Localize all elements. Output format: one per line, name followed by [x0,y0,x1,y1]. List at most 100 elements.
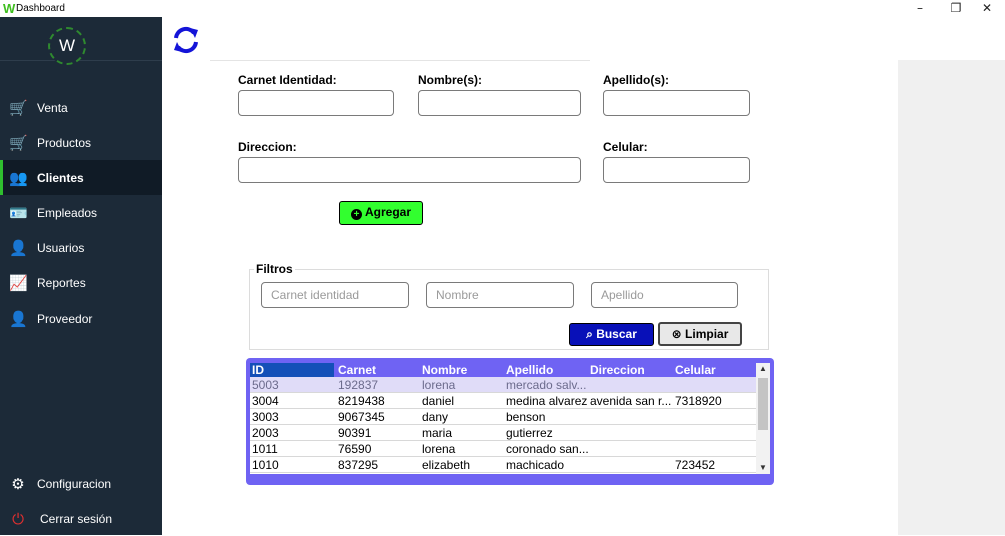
logout-icon: ⏻ [12,510,24,528]
filter-carnet-input[interactable]: Carnet identidad [261,282,409,308]
table-cell: 2003 [252,426,279,440]
column-header-nombre[interactable]: Nombre [420,363,504,377]
column-header-direccion[interactable]: Direccion [588,363,672,377]
scroll-down-icon[interactable]: ▼ [756,462,770,474]
sidebar-item-label: Clientes [37,171,84,185]
direccion-input[interactable] [238,157,581,183]
table-row[interactable]: 3003 9067345 dany benson [250,409,756,425]
table-row[interactable]: 3004 8219438 daniel medina alvarez aveni… [250,393,756,409]
sidebar-item-label: Cerrar sesión [40,512,113,526]
table-cell: gutierrez [506,426,553,440]
sidebar-item-productos[interactable]: 🛒 Productos [0,125,162,160]
table-cell: 3003 [252,410,279,424]
table-cell: 723452 [675,458,716,472]
carnet-input[interactable] [238,90,394,116]
table-row[interactable]: 5003 192837 lorena mercado salv... [250,377,756,393]
table-cell: 3004 [252,394,279,408]
table-cell: 8219438 [338,394,385,408]
sidebar-item-proveedor[interactable]: 👤 Proveedor [0,301,162,336]
minimize-button[interactable]: – [905,0,935,17]
sidebar: W 🛒 Venta 🛒 Productos 👥 Clientes 🪪 Emple… [0,17,162,535]
table-cell: lorena [422,378,456,392]
celular-input[interactable] [603,157,750,183]
column-header-id[interactable]: ID [250,363,334,377]
direccion-label: Direccion: [238,140,297,154]
sidebar-item-label: Usuarios [37,241,85,255]
agregar-button[interactable]: + Agregar [339,201,423,225]
table-scrollbar[interactable]: ▲ ▼ [756,363,770,474]
table-cell: machicado [506,458,565,472]
title-bar: W Dashboard – ❐ ✕ [0,0,1005,17]
clear-circle-icon: ⊗ [671,327,682,341]
apellido-label: Apellido(s): [603,73,669,87]
celular-label: Celular: [603,140,648,154]
table-row[interactable]: 2003 90391 maria gutierrez [250,425,756,441]
table-body: 5003 192837 lorena mercado salv... 3004 … [250,377,756,474]
table-cell: daniel [422,394,455,408]
nombre-label: Nombre(s): [418,73,483,87]
sidebar-item-usuarios[interactable]: 👤 Usuarios [0,230,162,265]
cart-icon: 🛒 [9,134,28,152]
table-cell: coronado san... [506,442,588,456]
limpiar-button[interactable]: ⊗ Limpiar [658,322,742,346]
sidebar-item-label: Venta [37,101,68,115]
table-cell: dany [422,410,449,424]
table-cell: elizabeth [422,458,471,472]
table-cell: 76590 [338,442,372,456]
agregar-label: Agregar [364,205,411,219]
refresh-icon[interactable] [170,24,202,56]
plus-circle-icon: + [350,209,362,220]
app-logo: W [3,1,16,16]
filter-apellido-input[interactable]: Apellido [591,282,738,308]
header-divider [210,60,590,61]
restore-button[interactable]: ❐ [941,0,971,17]
brand-logo: W [48,27,86,65]
filters-title: Filtros [254,262,295,276]
scrollbar-thumb[interactable] [758,378,768,430]
filter-nombre-input[interactable]: Nombre [426,282,574,308]
table-cell: 1011 [252,442,278,456]
search-icon: ⌕ [586,327,593,341]
buscar-button[interactable]: ⌕ Buscar [569,323,654,346]
table-cell: 5003 [252,378,279,392]
sidebar-item-label: Proveedor [37,312,93,326]
limpiar-label: Limpiar [685,327,729,341]
scroll-up-icon[interactable]: ▲ [756,363,770,375]
window-title: Dashboard [16,3,65,14]
table-cell: mercado salv... [506,378,587,392]
table-cell: medina alvarez [506,394,588,408]
table-cell: maria [422,426,453,440]
table-cell: 192837 [338,378,379,392]
sidebar-item-venta[interactable]: 🛒 Venta [0,90,162,125]
sidebar-item-label: Productos [37,136,92,150]
table-cell: 837295 [338,458,379,472]
column-header-apellido[interactable]: Apellido [504,363,588,377]
table-cell: 1010 [252,458,279,472]
sidebar-item-configuracion[interactable]: ⚙ Configuracion [0,466,162,501]
clients-table: ID Carnet Nombre Apellido Direccion Celu… [246,358,774,485]
table-cell: 7318920 [675,394,722,408]
carnet-label: Carnet Identidad: [238,73,337,87]
column-header-celular[interactable]: Celular [673,363,756,377]
gear-icon: ⚙ [11,475,25,493]
sidebar-item-label: Empleados [37,206,98,220]
table-cell: benson [506,410,546,424]
sidebar-item-clientes[interactable]: 👥 Clientes [0,160,162,195]
buscar-label: Buscar [596,327,637,341]
chart-icon: 📈 [9,274,28,292]
close-button[interactable]: ✕ [972,0,1002,17]
apellido-input[interactable] [603,90,750,116]
table-row[interactable]: 1010 837295 elizabeth machicado 723452 [250,457,756,473]
sidebar-item-cerrar-sesion[interactable]: ⏻ Cerrar sesión [0,501,162,536]
user-icon: 👤 [9,239,28,257]
supplier-icon: 👤 [9,310,28,328]
sidebar-logo-area: W [0,17,162,65]
nombre-input[interactable] [418,90,581,116]
sidebar-item-reportes[interactable]: 📈 Reportes [0,265,162,300]
sidebar-item-empleados[interactable]: 🪪 Empleados [0,195,162,230]
table-cell: lorena [422,442,456,456]
table-row[interactable]: 1011 76590 lorena coronado san... [250,441,756,457]
column-header-carnet[interactable]: Carnet [336,363,420,377]
badge-icon: 🪪 [9,204,28,222]
right-panel [898,60,1005,535]
